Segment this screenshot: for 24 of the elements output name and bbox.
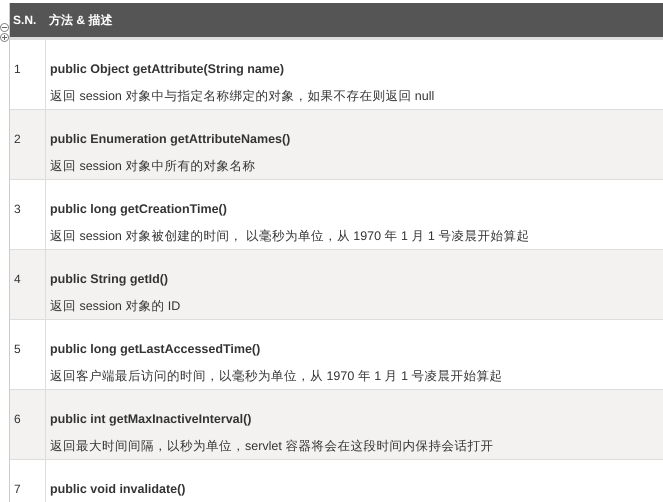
row-number: 3 [14,202,21,216]
expand-icon[interactable] [0,33,9,42]
method-signature: public void invalidate() [50,482,186,496]
method-signature: public Enumeration getAttributeNames() [50,132,290,146]
column-header: 方法 & 描述 [48,12,112,28]
collapse-icon[interactable] [0,23,9,32]
row-number: 7 [14,482,21,496]
method-description: 返回 session 对象中与指定名称绑定的对象，如果不存在则返回 null [50,88,434,105]
method-description: 返回客户端最后访问的时间，以毫秒为单位，从 1970 年 1 月 1 号凌晨开始算起 [50,368,503,385]
method-signature: public long getCreationTime() [50,202,228,216]
row-number: 2 [14,132,21,146]
row-number: 4 [14,272,21,286]
row-number: 6 [14,412,21,426]
method-signature: public long getLastAccessedTime() [50,342,262,356]
method-signature: public String getId() [50,272,170,286]
method-description: 返回 session 对象中所有的对象名称 [50,158,256,175]
row-number: 1 [14,62,21,76]
method-signature: public int getMaxInactiveInterval() [50,412,252,426]
method-description: 返回最大时间间隔，以秒为单位，servlet 容器将会在这段时间内保持会话打开 [50,438,494,455]
column-header: S.N. [12,13,38,27]
method-description: 返回 session 对象被创建的时间， 以毫秒为单位，从 1970 年 1 月 1 号凌晨开始算起 [50,228,530,245]
method-signature: public Object getAttribute(String name) [50,62,286,76]
row-number: 5 [14,342,21,356]
method-description: 返回 session 对象的 ID [50,298,180,315]
